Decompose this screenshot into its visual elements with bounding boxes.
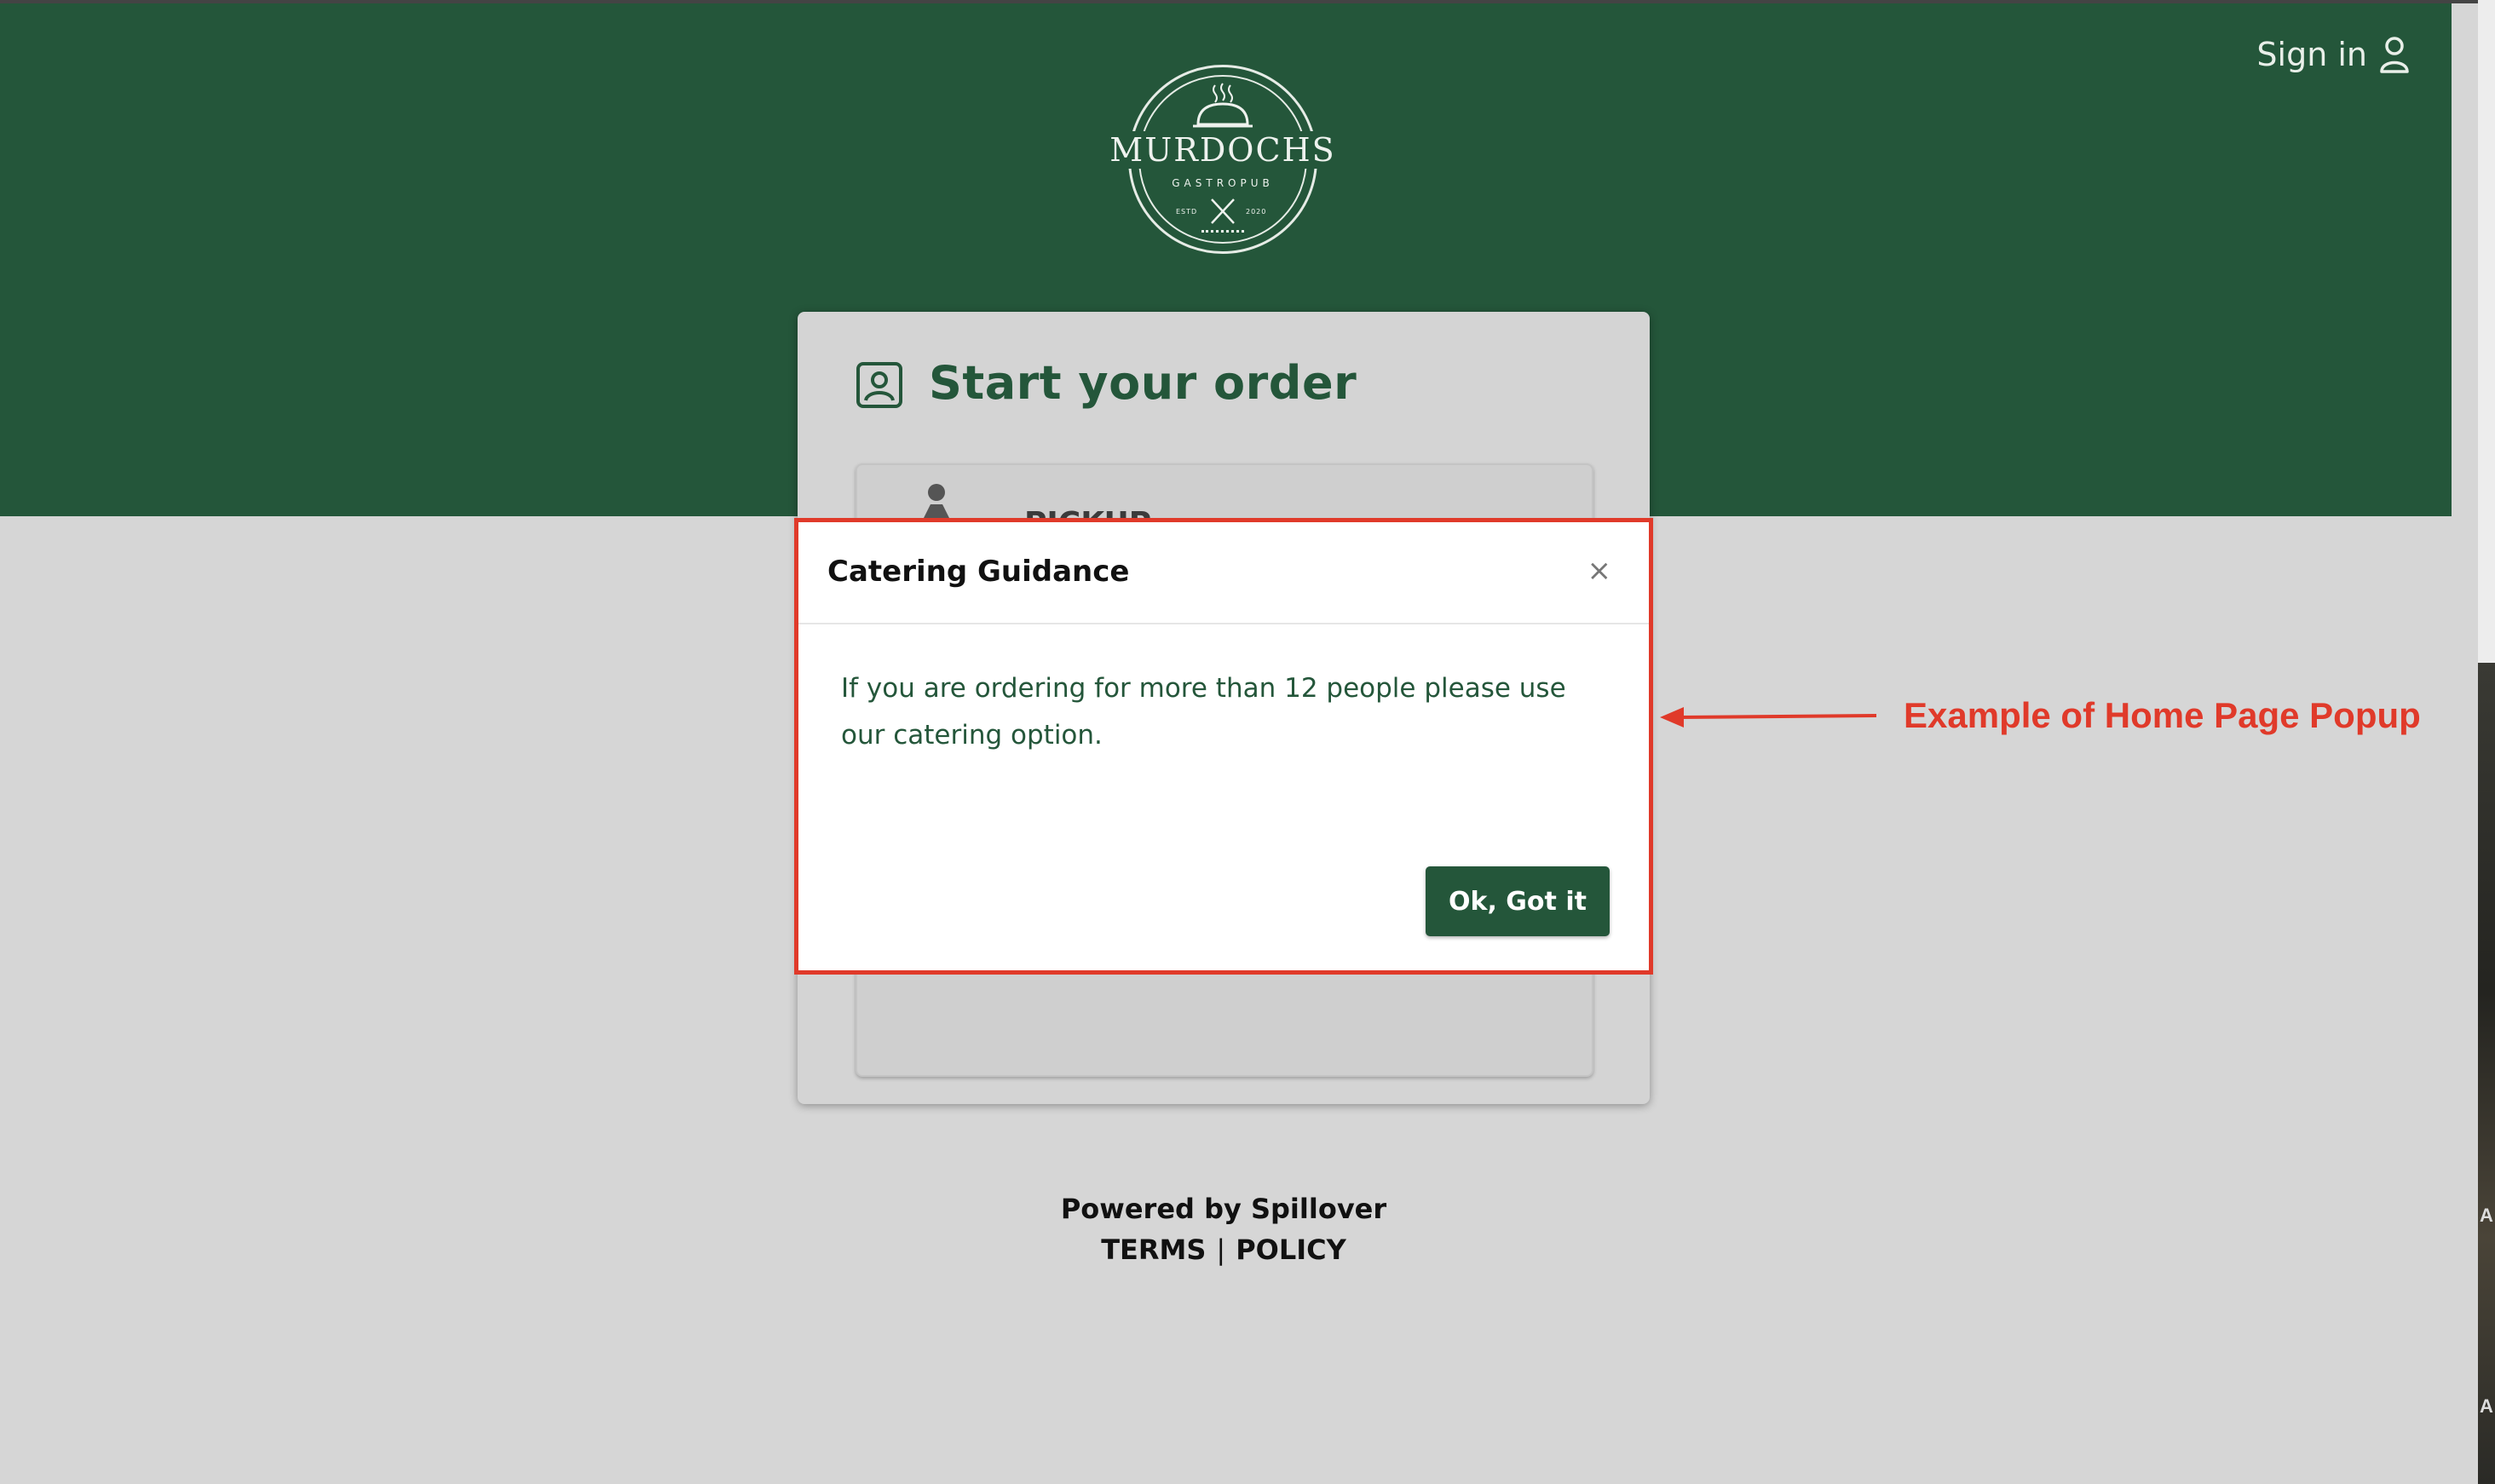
background-photo-strip: A A <box>2478 663 2495 1484</box>
brand-estd: ESTD <box>1176 208 1198 216</box>
user-icon <box>2380 37 2409 73</box>
logo-dots <box>1201 230 1244 233</box>
order-card-title: Start your order <box>929 356 1357 410</box>
brand-name: MURDOCHS <box>1099 131 1346 169</box>
brand-year: 2020 <box>1246 208 1267 216</box>
terms-link[interactable]: TERMS <box>1101 1234 1206 1266</box>
catering-guidance-modal: Catering Guidance × If you are ordering … <box>794 518 1653 975</box>
sign-in-label: Sign in <box>2256 36 2367 73</box>
sign-in-link[interactable]: Sign in <box>2256 36 2410 73</box>
account-box-icon <box>856 362 902 408</box>
modal-message: If you are ordering for more than 12 peo… <box>841 673 1566 751</box>
cloche-icon <box>1193 83 1253 128</box>
policy-link[interactable]: POLICY <box>1236 1234 1346 1266</box>
ok-got-it-button[interactable]: Ok, Got it <box>1426 866 1610 936</box>
modal-header: Catering Guidance × <box>798 522 1649 624</box>
close-icon[interactable]: × <box>1587 556 1612 585</box>
footer-links: TERMS | POLICY <box>968 1234 1479 1266</box>
modal-title: Catering Guidance <box>827 555 1130 589</box>
footer-separator: | <box>1216 1234 1226 1266</box>
utensils-icon <box>1211 198 1235 224</box>
annotation-arrow-icon <box>1660 707 1877 728</box>
brand-tagline: GASTROPUB <box>1172 177 1274 189</box>
powered-by: Powered by Spillover <box>1060 1193 1387 1225</box>
annotation-label: Example of Home Page Popup <box>1904 695 2421 735</box>
